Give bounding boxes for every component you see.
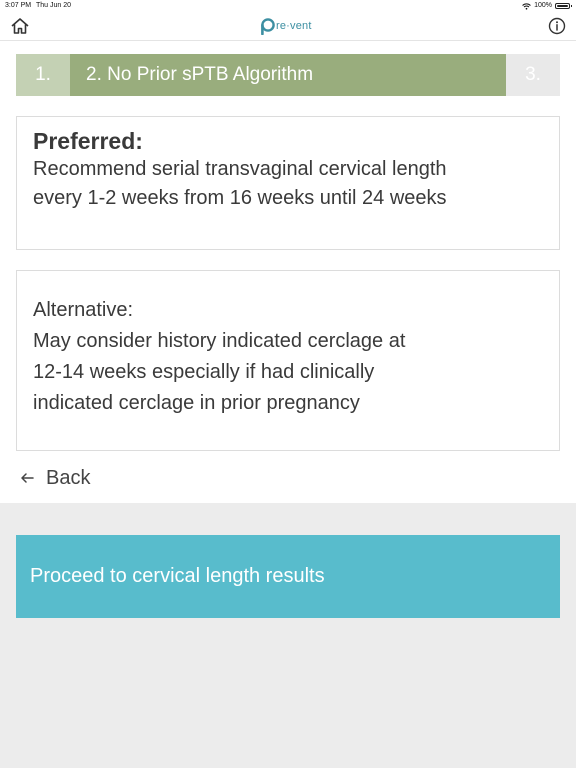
alternative-card: Alternative: May consider history indica… bbox=[16, 270, 560, 451]
logo-text: re·vent bbox=[276, 20, 312, 32]
step-progress-bar: 1. 2. No Prior sPTB Algorithm 3. bbox=[16, 54, 560, 96]
proceed-button[interactable]: Proceed to cervical length results bbox=[16, 535, 560, 618]
arrow-left-icon bbox=[21, 473, 34, 483]
alternative-line: 12-14 weeks especially if had clinically bbox=[33, 361, 375, 383]
info-icon[interactable] bbox=[548, 17, 566, 35]
battery-percentage: 100% bbox=[534, 2, 552, 9]
status-time: 3:07 PM bbox=[5, 2, 32, 9]
back-link[interactable]: Back bbox=[20, 462, 90, 494]
step-current: 2. No Prior sPTB Algorithm bbox=[70, 54, 506, 96]
step-next: 3. bbox=[506, 54, 560, 96]
preferred-card: Preferred: Recommend serial transvaginal… bbox=[16, 116, 560, 250]
home-icon[interactable] bbox=[10, 17, 30, 35]
preferred-line: Recommend serial transvaginal cervical l… bbox=[33, 158, 447, 180]
step-previous[interactable]: 1. bbox=[16, 54, 70, 96]
alternative-line: indicated cerclage in prior pregnancy bbox=[33, 392, 360, 414]
battery-icon bbox=[555, 3, 572, 9]
wifi-icon bbox=[522, 2, 531, 10]
nav-bar: re·vent bbox=[0, 12, 576, 41]
proceed-button-label: Proceed to cervical length results bbox=[30, 565, 325, 587]
back-label: Back bbox=[46, 466, 91, 489]
status-bar: 3:07 PM Thu Jun 20 100% bbox=[0, 0, 576, 12]
logo-mark-icon bbox=[261, 17, 275, 35]
preferred-line: every 1-2 weeks from 16 weeks until 24 w… bbox=[33, 187, 447, 209]
alternative-heading: Alternative: bbox=[33, 299, 134, 321]
status-right: 100% bbox=[522, 0, 572, 12]
alternative-line: May consider history indicated cerclage … bbox=[33, 330, 406, 352]
app-logo: re·vent bbox=[261, 16, 312, 36]
status-date: Thu Jun 20 bbox=[36, 2, 72, 9]
preferred-heading: Preferred: bbox=[33, 128, 143, 154]
